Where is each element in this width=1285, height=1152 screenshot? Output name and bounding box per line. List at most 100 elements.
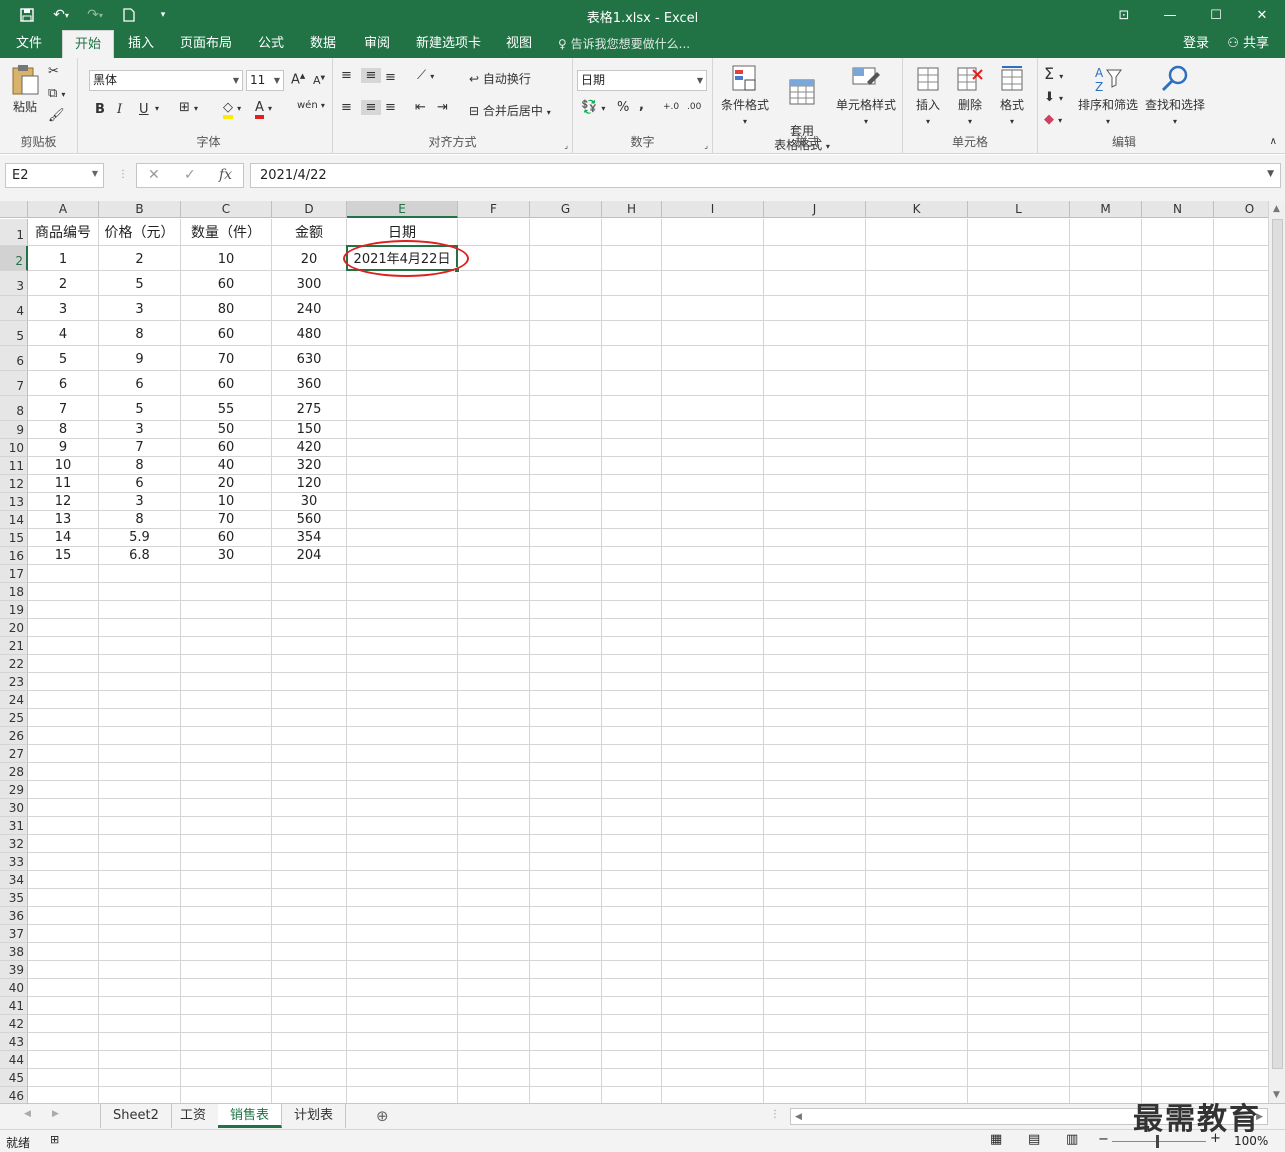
data-cell[interactable]: 50 xyxy=(181,421,271,439)
tab-home[interactable]: 开始 xyxy=(62,30,115,59)
data-cell[interactable]: 60 xyxy=(181,371,271,396)
decrease-indent-icon[interactable]: ⇤ xyxy=(415,100,426,115)
border-icon[interactable]: ⊞ ▾ xyxy=(179,100,198,115)
align-right-icon[interactable]: ≡ xyxy=(385,100,396,115)
currency-icon[interactable]: 💱 ▾ xyxy=(581,100,605,115)
data-cell[interactable]: 240 xyxy=(272,296,346,321)
tab-insert[interactable]: 插入 xyxy=(116,30,166,58)
row-header[interactable]: 36 xyxy=(0,907,28,925)
data-cell[interactable]: 55 xyxy=(181,396,271,421)
sheet-tab-sheet2[interactable]: Sheet2 xyxy=(100,1104,172,1128)
row-header[interactable]: 15 xyxy=(0,529,28,547)
data-cell[interactable]: 360 xyxy=(272,371,346,396)
row-header[interactable]: 24 xyxy=(0,691,28,709)
data-cell[interactable]: 60 xyxy=(181,439,271,457)
row-header[interactable]: 9 xyxy=(0,421,28,439)
align-center-icon[interactable]: ≡ xyxy=(361,100,381,115)
row-header[interactable]: 39 xyxy=(0,961,28,979)
data-cell[interactable]: 150 xyxy=(272,421,346,439)
row-header[interactable]: 41 xyxy=(0,997,28,1015)
data-cell[interactable]: 20 xyxy=(181,475,271,493)
data-cell[interactable]: 7 xyxy=(99,439,180,457)
underline-button[interactable]: U xyxy=(139,102,149,117)
tab-review[interactable]: 审阅 xyxy=(352,30,402,58)
row-header[interactable]: 20 xyxy=(0,619,28,637)
row-header[interactable]: 8 xyxy=(0,396,28,421)
cancel-icon[interactable]: ✕ xyxy=(148,167,160,183)
column-header-h[interactable]: H xyxy=(602,201,662,218)
row-header[interactable]: 22 xyxy=(0,655,28,673)
row-header[interactable]: 30 xyxy=(0,799,28,817)
row-header[interactable]: 26 xyxy=(0,727,28,745)
data-cell[interactable]: 20 xyxy=(272,246,346,271)
row-header[interactable]: 12 xyxy=(0,475,28,493)
row-header[interactable]: 27 xyxy=(0,745,28,763)
format-cells-button[interactable]: 格式 ▾ xyxy=(993,64,1031,127)
clear-icon[interactable]: ◆ ▾ xyxy=(1044,112,1062,127)
data-cell[interactable]: 2 xyxy=(99,246,180,271)
column-header-m[interactable]: M xyxy=(1070,201,1142,218)
column-header-k[interactable]: K xyxy=(866,201,968,218)
formula-input[interactable]: 2021/4/22 ▼ xyxy=(250,163,1281,188)
data-cell[interactable]: 30 xyxy=(272,493,346,511)
add-sheet-icon[interactable]: ⊕ xyxy=(376,1107,389,1125)
chevron-down-icon[interactable]: ▾ xyxy=(155,104,159,113)
page-break-view-icon[interactable]: ▥ xyxy=(1066,1132,1078,1147)
data-cell[interactable]: 300 xyxy=(272,271,346,296)
row-header[interactable]: 2 xyxy=(0,246,28,271)
data-cell[interactable]: 2 xyxy=(28,271,98,296)
column-header-a[interactable]: A xyxy=(28,201,99,218)
next-sheet-icon[interactable]: ▶ xyxy=(52,1109,59,1119)
data-cell[interactable]: 70 xyxy=(181,346,271,371)
row-header[interactable]: 43 xyxy=(0,1033,28,1051)
decrease-decimal-icon[interactable]: .00 xyxy=(687,102,701,112)
column-header-b[interactable]: B xyxy=(99,201,181,218)
column-header-c[interactable]: C xyxy=(181,201,272,218)
splitter-icon[interactable]: ⋮ xyxy=(770,1109,780,1120)
column-header-j[interactable]: J xyxy=(764,201,866,218)
data-cell[interactable]: 9 xyxy=(28,439,98,457)
row-header[interactable]: 32 xyxy=(0,835,28,853)
find-select-button[interactable]: 查找和选择 ▾ xyxy=(1142,64,1208,127)
conditional-format-button[interactable]: 条件格式 ▾ xyxy=(717,64,773,127)
data-cell[interactable]: 15 xyxy=(28,547,98,565)
sheet-tab-plan[interactable]: 计划表 xyxy=(282,1104,347,1128)
page-layout-view-icon[interactable]: ▤ xyxy=(1028,1132,1040,1147)
collapse-ribbon-icon[interactable]: ∧ xyxy=(1270,136,1277,147)
row-header[interactable]: 35 xyxy=(0,889,28,907)
data-cell[interactable]: 3 xyxy=(28,296,98,321)
data-cell[interactable]: 60 xyxy=(181,271,271,296)
data-cell[interactable]: 10 xyxy=(181,493,271,511)
data-cell[interactable]: 5 xyxy=(99,396,180,421)
dialog-launcher-icon[interactable]: ⌟ xyxy=(704,141,708,150)
row-header[interactable]: 13 xyxy=(0,493,28,511)
row-header[interactable]: 33 xyxy=(0,853,28,871)
scroll-left-icon[interactable]: ◀ xyxy=(795,1112,802,1122)
data-cell[interactable]: 60 xyxy=(181,321,271,346)
data-cell[interactable]: 3 xyxy=(99,296,180,321)
data-cell[interactable]: 14 xyxy=(28,529,98,547)
header-cell[interactable]: 金额 xyxy=(272,219,346,246)
font-name-select[interactable]: 黑体 ▼ xyxy=(89,70,243,91)
ribbon-display-icon[interactable]: ⊡ xyxy=(1101,0,1147,30)
share-button[interactable]: ⚇ 共享 xyxy=(1227,30,1269,58)
italic-button[interactable]: I xyxy=(117,102,122,117)
tab-file[interactable]: 文件 xyxy=(4,30,54,58)
minimize-icon[interactable]: — xyxy=(1147,0,1193,30)
row-header[interactable]: 7 xyxy=(0,371,28,396)
row-header[interactable]: 6 xyxy=(0,346,28,371)
row-header[interactable]: 5 xyxy=(0,321,28,346)
wrap-text-button[interactable]: ↩ 自动换行 xyxy=(469,70,531,87)
fill-icon[interactable]: ⬇ ▾ xyxy=(1044,90,1063,105)
column-header-l[interactable]: L xyxy=(968,201,1070,218)
row-header[interactable]: 34 xyxy=(0,871,28,889)
row-header[interactable]: 10 xyxy=(0,439,28,457)
tab-new[interactable]: 新建选项卡 xyxy=(404,30,493,58)
data-cell[interactable]: 9 xyxy=(99,346,180,371)
delete-cells-button[interactable]: 删除 ▾ xyxy=(951,64,989,127)
row-header[interactable]: 44 xyxy=(0,1051,28,1069)
row-header[interactable]: 28 xyxy=(0,763,28,781)
insert-function-button[interactable]: fx xyxy=(219,167,232,183)
header-cell[interactable]: 数量（件） xyxy=(181,219,271,246)
enter-icon[interactable]: ✓ xyxy=(184,167,196,183)
